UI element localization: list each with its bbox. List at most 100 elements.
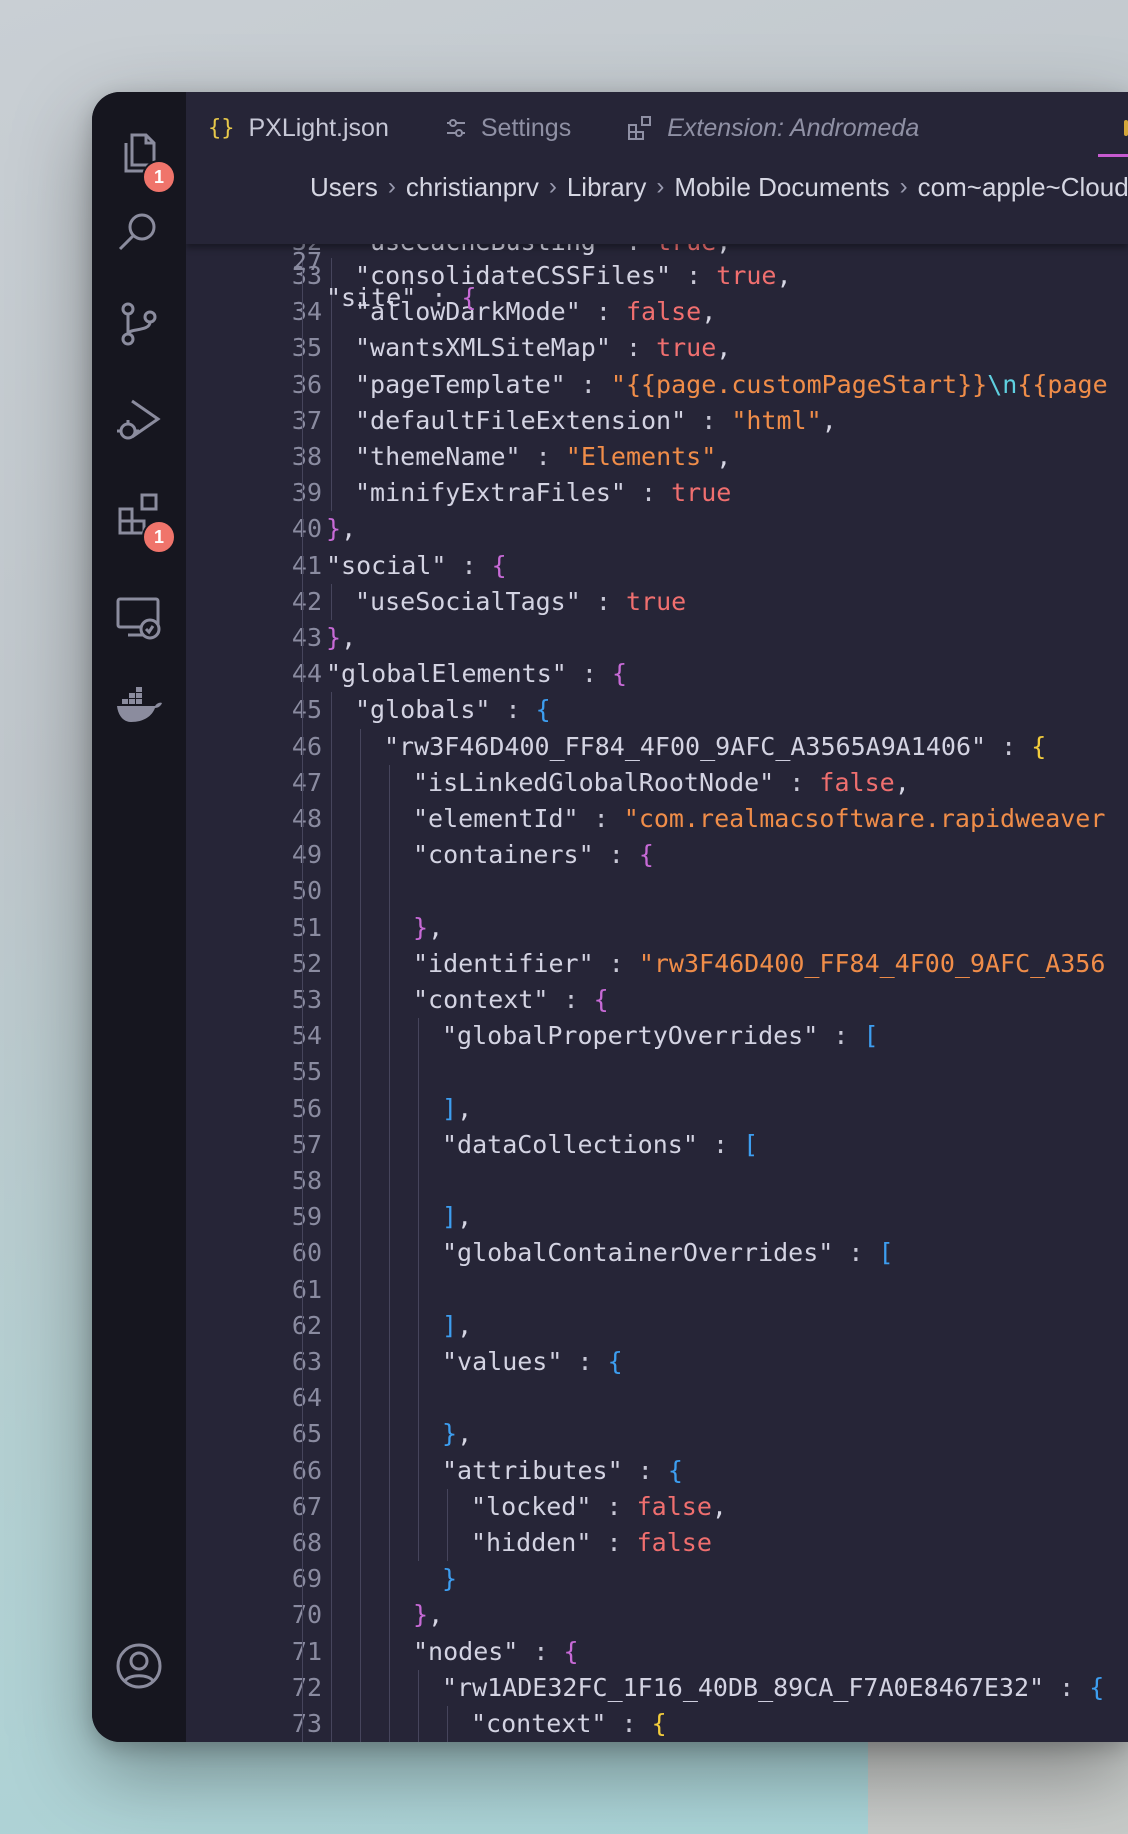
line-text: "containers" : { [413,840,654,870]
breadcrumb-item[interactable]: christianprv [406,172,539,203]
line-text: }, [326,514,357,544]
code-line: 35 "wantsXMLSiteMap" : true, [186,330,1128,366]
code-line: 55 [186,1054,1128,1090]
run-debug-icon [117,399,161,440]
extensions-badge: 1 [142,520,176,554]
line-text: "context" : { [471,1709,667,1738]
indent-guide [418,1669,419,1742]
line-number: 58 [291,1166,322,1195]
line-text: "themeName" : "Elements", [355,442,732,471]
chevron-right-icon: › [387,173,396,200]
code-line: 59], [186,1199,1128,1235]
code-line: 58 [186,1163,1128,1199]
code-line: 39 "minifyExtraFiles" : true [186,475,1128,511]
line-text: }, [413,1600,444,1630]
code-line: 68 "hidden" : false [186,1525,1128,1561]
line-number: 70 [291,1600,322,1630]
line-number: 40 [291,514,322,544]
line-number: 52 [291,948,322,978]
line-text: }, [442,1419,473,1449]
breadcrumb: Users › christianprv › Library › Mobile … [186,164,1128,210]
line-number: 67 [291,1491,322,1521]
tab-pxlight-json[interactable]: {} PXLight.json [186,92,423,164]
explorer-button[interactable]: 1 [92,114,186,194]
tab-bar: {} PXLight.json Settings Extension: Andr… [186,92,1128,164]
source-control-icon [121,302,157,346]
line-number: 27 [291,247,322,276]
code-line: 63 "values" : { [186,1344,1128,1380]
remote-explorer-icon [116,597,161,640]
indent-guide [331,692,332,1742]
code-line: 27 "site" : { [186,210,1128,312]
remote-explorer-button[interactable] [92,578,186,658]
line-number: 48 [291,804,322,833]
tab-settings[interactable]: Settings [423,92,605,164]
breadcrumb-item[interactable]: Users [310,172,378,203]
line-text: "globalPropertyOverrides" : [ [442,1021,879,1051]
tab-extension-andromeda[interactable]: Extension: Andromeda [605,92,953,164]
line-number: 66 [291,1455,322,1485]
code-line: 47 "isLinkedGlobalRootNode" : false, [186,765,1128,801]
run-debug-button[interactable] [92,380,186,460]
line-text: }, [413,912,444,942]
activity-bar: 1 1 [92,92,186,1742]
line-text: "attributes" : { [442,1455,683,1485]
line-text: "globalContainerOverrides" : [ [442,1238,894,1268]
indent-guide [360,728,361,1742]
line-text: "globalElements" : { [326,659,628,689]
line-text: ], [442,1202,473,1232]
code-line: 57 "dataCollections" : [ [186,1127,1128,1163]
tab-edge-marker [1124,120,1128,136]
line-text: "nodes" : { [413,1636,579,1666]
line-number: 64 [291,1383,322,1413]
code-line: 70}, [186,1597,1128,1633]
code-editor[interactable]: 27 "site" : { 32"useCacheBusting" : true… [186,210,1128,1742]
line-text: "globals" : { [355,695,551,725]
breadcrumb-item[interactable]: com~apple~CloudDo [918,172,1128,203]
breadcrumb-item[interactable]: Mobile Documents [674,172,889,203]
line-text: "wantsXMLSiteMap" : true, [355,333,732,363]
docker-button[interactable] [92,666,186,746]
indent-guide [447,1706,448,1742]
code-line: 38 "themeName" : "Elements", [186,439,1128,475]
extensions-button[interactable]: 1 [92,474,186,554]
line-text: ], [442,1093,473,1123]
line-text: "minifyExtraFiles" : true [355,478,732,508]
line-number: 59 [291,1202,322,1232]
editor-window: 1 1 {} PXLight.json Settings Extension: … [92,92,1128,1742]
code-line: 51}, [186,910,1128,946]
line-number: 43 [291,623,322,652]
code-line: 67 "locked" : false, [186,1489,1128,1525]
indent-guide [389,764,390,1742]
line-text: "identifier" : "rw3F46D400_FF84_4F00_9AF… [413,948,1106,978]
line-number: 63 [291,1347,322,1376]
accounts-button[interactable] [92,1626,186,1706]
line-text: "dataCollections" : [ [442,1129,759,1159]
indent-guide [331,583,332,620]
code-line: 43}, [186,620,1128,656]
line-text: "rw1ADE32FC_1F16_40DB_89CA_F7A0E8467E32"… [442,1672,1105,1702]
line-text: }, [326,623,357,652]
line-number: 69 [291,1564,322,1594]
line-number: 65 [291,1419,322,1449]
line-number: 50 [291,876,322,906]
indent-guide [447,1488,448,1562]
extensions-icon [627,115,653,141]
line-number: 53 [291,985,322,1014]
line-number: 46 [291,731,322,761]
search-button[interactable] [92,192,186,272]
code-line: 42 "useSocialTags" : true [186,584,1128,620]
code-line: 73 "context" : { [186,1706,1128,1742]
line-number: 54 [291,1021,322,1051]
line-number: 36 [291,369,322,399]
line-text: "context" : { [413,985,609,1014]
breadcrumb-item[interactable]: Library [567,172,646,203]
line-number: 72 [291,1672,322,1702]
code-line: 40}, [186,511,1128,547]
line-number: 62 [291,1310,322,1340]
source-control-button[interactable] [92,284,186,364]
line-text: "locked" : false, [471,1491,727,1521]
code-line: 37 "defaultFileExtension" : "html", [186,403,1128,439]
code-line: 56], [186,1091,1128,1127]
line-number: 71 [291,1636,322,1666]
